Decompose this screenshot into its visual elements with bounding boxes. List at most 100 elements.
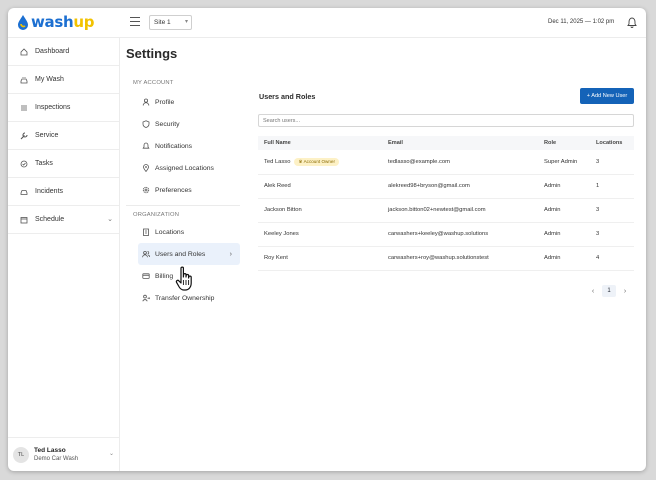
chevron-right-icon: › [229,250,232,258]
settings-item-label: Security [155,120,180,128]
next-page-icon[interactable]: › [619,285,631,297]
app-window: washup Site 1 ▾ Dec 11, 2025 — 1:02 pm D… [8,8,646,471]
sidebar: Dashboard My Wash Inspections Service Ta… [8,38,120,471]
user-name: Ted Lasso [34,446,66,454]
cell-role: Admin [538,222,590,247]
settings-item-label: Preferences [155,186,192,194]
divider [126,205,240,206]
table-row[interactable]: Jackson Bitton jackson.bitton02+newtest@… [258,198,634,223]
list-icon [21,105,27,110]
pagination: ‹ 1 › [587,285,631,297]
sidebar-item-service[interactable]: Service [8,122,119,150]
add-new-user-button[interactable]: + Add New User [580,88,634,104]
cell-full-name: Roy Kent [258,246,382,271]
settings-item-security[interactable]: Security [126,113,240,135]
credit-card-icon [142,273,150,279]
sidebar-item-label: Inspections [35,104,71,111]
bell-icon[interactable] [627,17,637,28]
cell-email: jackson.bitton02+newtest@gmail.com [382,198,538,223]
users-table: Full Name Email Role Locations Ted Lasso… [258,136,634,271]
chevron-down-icon: ⌄ [107,216,113,223]
cell-role: Admin [538,174,590,199]
sidebar-item-label: Tasks [35,160,53,167]
cell-locations: 4 [590,246,634,271]
check-circle-icon [20,160,28,167]
shield-icon [142,120,150,128]
settings-item-users-and-roles[interactable]: Users and Roles › [138,243,240,265]
user-icon [142,98,150,106]
settings-item-assigned-locations[interactable]: Assigned Locations [126,157,240,179]
cell-full-name: Ted Lasso ♛ Account Owner [258,150,382,175]
settings-item-preferences[interactable]: Preferences [126,179,240,201]
column-header-full-name[interactable]: Full Name [258,136,382,150]
table-row[interactable]: Ted Lasso ♛ Account Owner tedlasso@exampl… [258,150,634,175]
wrench-icon [20,131,28,139]
sidebar-item-label: Service [35,132,59,139]
column-header-email[interactable]: Email [382,136,538,150]
cell-full-name: Jackson Bitton [258,198,382,223]
cell-email: tedlasso@example.com [382,150,538,175]
current-page[interactable]: 1 [602,285,616,297]
cell-role: Admin [538,246,590,271]
settings-item-label: Users and Roles [155,250,206,258]
sidebar-item-my-wash[interactable]: My Wash [8,66,119,94]
cell-full-name: Keeley Jones [258,222,382,247]
sidebar-item-dashboard[interactable]: Dashboard [8,38,119,66]
cell-email: carwashers+roy@washup.solutionstest [382,246,538,271]
washup-logo[interactable]: washup [16,13,95,31]
sidebar-item-label: Dashboard [35,48,70,55]
user-profile-menu[interactable]: TL Ted Lasso Demo Car Wash ⌄ [8,437,120,471]
site-selector[interactable]: Site 1 ▾ [149,15,192,30]
cell-locations: 3 [590,198,634,223]
settings-item-locations[interactable]: Locations [126,221,240,243]
user-full-name: Ted Lasso [264,158,291,165]
cell-locations: 1 [590,174,634,199]
water-drop-icon [18,15,28,30]
sidebar-item-label: My Wash [35,76,64,83]
table-row[interactable]: Roy Kent carwashers+roy@washup.solutions… [258,246,634,271]
card-title: Users and Roles [259,92,316,101]
users-icon [142,250,150,258]
column-header-locations[interactable]: Locations [590,136,634,150]
column-header-role[interactable]: Role [538,136,590,150]
cell-email: alekreed98+bryson@gmail.com [382,174,538,199]
settings-item-label: Transfer Ownership [155,294,215,302]
hamburger-menu-icon[interactable] [130,17,140,26]
sidebar-item-schedule[interactable]: Schedule ⌄ [8,206,119,234]
chevron-down-icon: ⌄ [108,451,114,457]
settings-item-label: Assigned Locations [155,164,214,172]
page-title: Settings [126,46,178,61]
cell-locations: 3 [590,222,634,247]
cell-role: Super Admin [538,150,590,175]
avatar: TL [13,446,29,463]
cell-full-name: Alek Reed [258,174,382,199]
settings-item-notifications[interactable]: Notifications [126,135,240,157]
user-organization: Demo Car Wash [34,455,79,462]
car-wash-icon [20,76,28,83]
sidebar-item-incidents[interactable]: Incidents [8,178,119,206]
gear-icon [142,186,150,194]
status-badge: ♛ Account Owner [294,157,339,166]
table-row[interactable]: Alek Reed alekreed98+bryson@gmail.com Ad… [258,174,634,199]
top-bar: washup Site 1 ▾ Dec 11, 2025 — 1:02 pm [8,8,646,38]
sidebar-item-label: Schedule [35,216,65,223]
badge-label: Account Owner [303,158,335,164]
sidebar-item-inspections[interactable]: Inspections [8,94,119,122]
calendar-icon [20,216,28,223]
cell-email: carwashers+keeley@washup.solutions [382,222,538,247]
site-selector-value: Site 1 [154,19,171,26]
building-icon [143,228,149,236]
settings-item-label: Notifications [155,142,193,150]
hand-cursor-icon [175,266,192,291]
sidebar-item-tasks[interactable]: Tasks [8,150,119,178]
logo-text: washup [31,13,95,31]
cell-locations: 3 [590,150,634,175]
previous-page-icon[interactable]: ‹ [587,285,599,297]
home-icon [20,47,28,55]
current-datetime: Dec 11, 2025 — 1:02 pm [548,19,615,25]
search-input[interactable] [258,114,634,127]
settings-item-label: Locations [155,228,185,236]
car-icon [20,189,28,195]
settings-item-profile[interactable]: Profile [126,91,240,113]
table-row[interactable]: Keeley Jones carwashers+keeley@washup.so… [258,222,634,247]
